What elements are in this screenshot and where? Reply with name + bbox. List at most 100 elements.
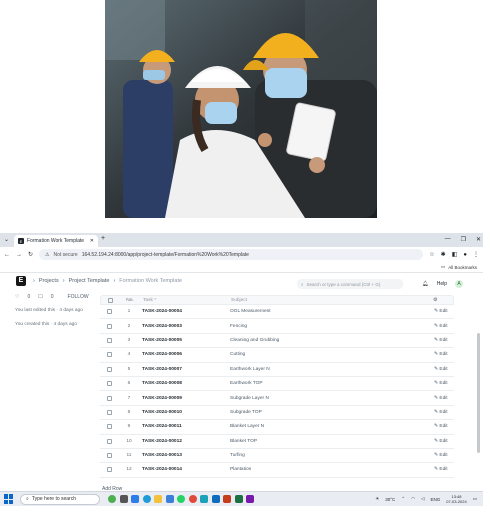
maximize-icon[interactable]: ❐ bbox=[461, 236, 466, 243]
row-subject[interactable]: Fencing bbox=[228, 324, 434, 329]
menu-icon[interactable]: ⋮ bbox=[473, 251, 479, 258]
row-subject[interactable]: Cutting bbox=[228, 352, 434, 357]
table-row[interactable]: 2 TASK-2024-00003 Fencing ✎ Edit bbox=[100, 319, 454, 334]
row-subject[interactable]: Blanket TOP bbox=[228, 439, 434, 444]
extensions-icon[interactable]: ✱ bbox=[441, 251, 446, 258]
row-edit-button[interactable]: ✎ Edit bbox=[434, 352, 454, 357]
start-button[interactable] bbox=[4, 494, 14, 504]
tab-list-icon[interactable]: ⌄ bbox=[4, 236, 9, 243]
row-subject[interactable]: Blanket Layer N bbox=[228, 424, 434, 429]
awesomebar-search[interactable]: ⌕ Search or type a command (Ctrl + G) bbox=[297, 279, 403, 289]
row-task[interactable]: TASK-2024-00003 bbox=[140, 324, 228, 329]
table-row[interactable]: 12 TASK-2024-00014 Plantation ✎ Edit bbox=[100, 463, 454, 478]
profile-icon[interactable]: ● bbox=[463, 252, 467, 258]
row-edit-button[interactable]: ✎ Edit bbox=[434, 324, 454, 329]
row-edit-button[interactable]: ✎ Edit bbox=[434, 396, 454, 401]
app-logo[interactable]: E bbox=[16, 275, 26, 286]
row-checkbox[interactable] bbox=[106, 381, 112, 387]
row-subject[interactable]: Earthwork Layer N bbox=[228, 367, 434, 372]
powerpoint-icon[interactable] bbox=[223, 495, 231, 503]
all-bookmarks-link[interactable]: All Bookmarks bbox=[448, 265, 477, 270]
comment-icon[interactable]: ☐ bbox=[38, 294, 42, 300]
url-text[interactable]: 164.52.194.24:8000/app/project-template/… bbox=[82, 252, 249, 258]
row-checkbox[interactable] bbox=[106, 467, 112, 473]
not-secure-icon[interactable]: ⚠ bbox=[45, 252, 49, 258]
outlook-icon[interactable] bbox=[211, 495, 220, 503]
row-subject[interactable]: Subgrade Layer N bbox=[228, 396, 434, 401]
table-row[interactable]: 4 TASK-2024-00006 Cutting ✎ Edit bbox=[100, 348, 454, 363]
row-task[interactable]: TASK-2024-00011 bbox=[140, 424, 228, 429]
follow-button[interactable]: FOLLOW bbox=[68, 294, 89, 300]
widgets-icon[interactable] bbox=[108, 495, 116, 503]
row-task[interactable]: TASK-2024-00006 bbox=[140, 352, 228, 357]
taskbar-search[interactable]: ⌕ Type here to search bbox=[20, 493, 100, 505]
notifications-icon[interactable]: ▭ bbox=[473, 496, 477, 502]
breadcrumb-project-template[interactable]: Project Template bbox=[69, 278, 110, 284]
row-checkbox[interactable] bbox=[106, 323, 112, 329]
settings-icon[interactable]: ⚙ bbox=[433, 298, 453, 303]
table-row[interactable]: 5 TASK-2024-00007 Earthwork Layer N ✎ Edit bbox=[100, 363, 454, 377]
table-row[interactable]: 1 TASK-2024-00004 OGL Measurement ✎ Edit bbox=[100, 305, 454, 320]
chrome-icon[interactable] bbox=[188, 495, 197, 503]
row-edit-button[interactable]: ✎ Edit bbox=[434, 467, 454, 472]
minimize-icon[interactable]: — bbox=[445, 236, 451, 243]
clock[interactable]: 13:48 07-03-2024 bbox=[446, 494, 466, 504]
row-task[interactable]: TASK-2024-00012 bbox=[140, 439, 228, 444]
tray-arrow-icon[interactable]: ⌃ bbox=[401, 496, 405, 502]
volume-icon[interactable]: ◁ bbox=[421, 496, 424, 502]
breadcrumb-projects[interactable]: Projects bbox=[39, 278, 59, 284]
table-row[interactable]: 10 TASK-2024-00012 Blanket TOP ✎ Edit bbox=[100, 435, 454, 449]
bookmark-star-icon[interactable]: ☆ bbox=[429, 251, 434, 258]
row-task[interactable]: TASK-2024-00005 bbox=[140, 338, 228, 343]
row-checkbox[interactable] bbox=[106, 337, 112, 343]
forward-icon[interactable]: → bbox=[16, 252, 22, 258]
row-subject[interactable]: Turfing bbox=[228, 453, 434, 458]
edge-icon[interactable] bbox=[142, 495, 151, 503]
help-dropdown[interactable]: Help bbox=[437, 281, 447, 287]
select-all-checkbox[interactable] bbox=[107, 297, 113, 303]
row-edit-button[interactable]: ✎ Edit bbox=[434, 439, 454, 444]
row-edit-button[interactable]: ✎ Edit bbox=[434, 410, 454, 415]
row-checkbox[interactable] bbox=[106, 409, 112, 415]
weather-icon[interactable]: ☀ bbox=[375, 496, 379, 502]
reload-icon[interactable]: ↻ bbox=[28, 251, 33, 258]
row-edit-button[interactable]: ✎ Edit bbox=[434, 309, 454, 314]
new-tab-button[interactable]: + bbox=[101, 235, 105, 242]
row-subject[interactable]: Subgrade TOP bbox=[228, 410, 434, 415]
table-row[interactable]: 7 TASK-2024-00009 Subgrade Layer N ✎ Edit bbox=[100, 391, 454, 406]
table-row[interactable]: 6 TASK-2024-00008 Earthwork TOP ✎ Edit bbox=[100, 377, 454, 392]
row-task[interactable]: TASK-2024-00009 bbox=[140, 396, 228, 401]
table-row[interactable]: 11 TASK-2024-00013 Turfing ✎ Edit bbox=[100, 449, 454, 464]
table-row[interactable]: 8 TASK-2024-00010 Subgrade TOP ✎ Edit bbox=[100, 406, 454, 421]
row-edit-button[interactable]: ✎ Edit bbox=[434, 367, 454, 372]
row-task[interactable]: TASK-2024-00013 bbox=[140, 453, 228, 458]
table-row[interactable]: 3 TASK-2024-00005 Cleaning and Grubbing ✎ E… bbox=[100, 334, 454, 349]
row-checkbox[interactable] bbox=[106, 366, 112, 372]
file-explorer-icon[interactable] bbox=[154, 495, 162, 503]
excel-icon[interactable] bbox=[234, 495, 243, 503]
row-subject[interactable]: OGL Measurement bbox=[228, 309, 434, 314]
store-icon[interactable] bbox=[131, 495, 139, 503]
network-icon[interactable]: ◠ bbox=[411, 496, 415, 502]
row-edit-button[interactable]: ✎ Edit bbox=[434, 453, 454, 458]
row-checkbox[interactable] bbox=[106, 352, 112, 358]
row-edit-button[interactable]: ✎ Edit bbox=[434, 381, 454, 386]
browser-tab[interactable]: E Formation Work Template ✕ bbox=[14, 235, 98, 247]
language-label[interactable]: ENG bbox=[431, 497, 441, 502]
row-task[interactable]: TASK-2024-00014 bbox=[140, 467, 228, 472]
row-subject[interactable]: Cleaning and Grubbing bbox=[228, 338, 434, 343]
row-task[interactable]: TASK-2024-00010 bbox=[140, 410, 228, 415]
row-checkbox[interactable] bbox=[106, 424, 112, 430]
row-edit-button[interactable]: ✎ Edit bbox=[434, 424, 454, 429]
close-window-icon[interactable]: ✕ bbox=[476, 236, 481, 243]
notification-bell-icon[interactable]: 🔔︎ bbox=[422, 281, 428, 287]
row-checkbox[interactable] bbox=[106, 438, 112, 444]
close-tab-icon[interactable]: ✕ bbox=[90, 238, 94, 244]
row-checkbox[interactable] bbox=[106, 453, 112, 459]
whatsapp-icon[interactable] bbox=[177, 495, 185, 503]
back-icon[interactable]: ← bbox=[4, 252, 10, 258]
table-row[interactable]: 9 TASK-2024-00011 Blanket Layer N ✎ Edit bbox=[100, 420, 454, 435]
row-task[interactable]: TASK-2024-00008 bbox=[140, 381, 228, 386]
page-scrollbar[interactable] bbox=[477, 333, 480, 453]
row-subject[interactable]: Plantation bbox=[228, 467, 434, 472]
